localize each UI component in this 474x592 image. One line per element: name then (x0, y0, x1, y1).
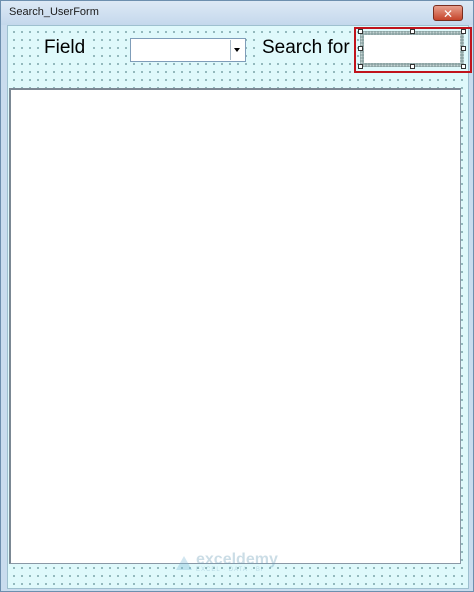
resize-handle-bottom[interactable] (410, 64, 415, 69)
resize-handle-right[interactable] (461, 46, 466, 51)
resize-handle-bottom-right[interactable] (461, 64, 466, 69)
search-for-label: Search for (260, 37, 352, 59)
resize-handle-top-right[interactable] (461, 29, 466, 34)
userform-canvas: Field Search for exceldemy EXCEL · DATA … (7, 25, 472, 589)
resize-handle-bottom-left[interactable] (358, 64, 363, 69)
close-button[interactable]: ✕ (433, 5, 463, 21)
title-bar[interactable]: Search_UserForm ✕ (1, 1, 473, 25)
search-textbox[interactable] (364, 35, 460, 63)
field-combobox[interactable] (130, 38, 246, 62)
watermark: exceldemy EXCEL · DATA · BI (176, 551, 278, 574)
window-title: Search_UserForm (9, 6, 99, 18)
chevron-down-icon[interactable] (230, 40, 244, 60)
field-label: Field (42, 37, 88, 59)
watermark-text: exceldemy EXCEL · DATA · BI (196, 551, 278, 574)
results-listbox[interactable] (9, 88, 461, 564)
resize-handle-top[interactable] (410, 29, 415, 34)
resize-handle-left[interactable] (358, 46, 363, 51)
exceldemy-logo-icon (176, 556, 192, 570)
close-icon: ✕ (442, 7, 454, 21)
resize-handle-top-left[interactable] (358, 29, 363, 34)
watermark-brand: exceldemy (196, 551, 278, 568)
userform-window: Search_UserForm ✕ Field Search for excel (0, 0, 474, 592)
